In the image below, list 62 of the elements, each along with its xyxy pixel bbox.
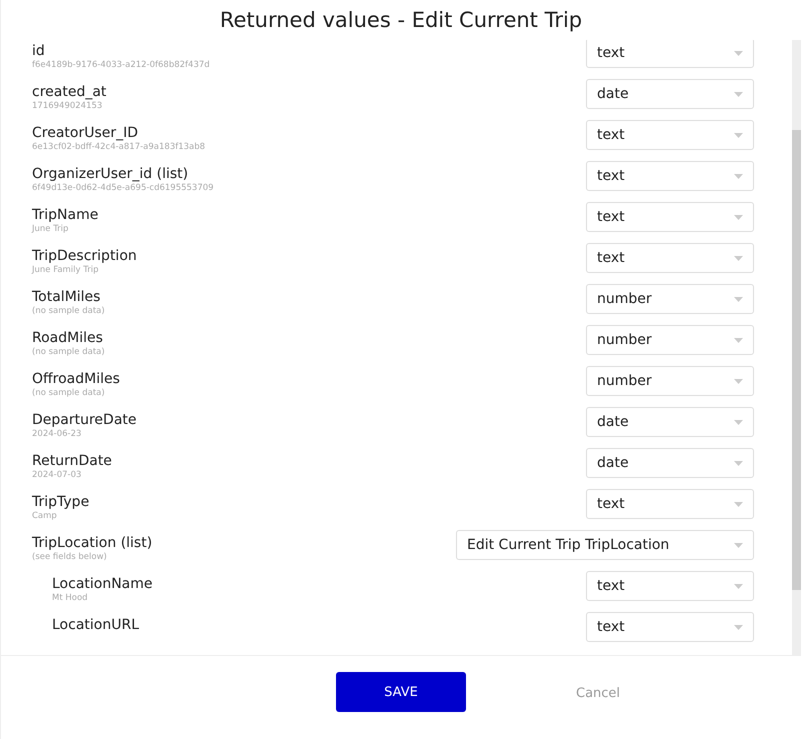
- sample-value: (no sample data): [32, 388, 106, 399]
- sample-value: 2024-07-03: [32, 470, 82, 481]
- sample-value: Mt Hood: [52, 593, 89, 604]
- sample-value: 6e13cf02-bdff-42c4-a817-a9a183f13ab8: [32, 142, 206, 153]
- field-name: LocationName: [52, 576, 153, 593]
- type-dropdown[interactable]: text: [586, 571, 754, 601]
- sample-value: 6f49d13e-0d62-4d5e-a695-cd6195553709: [32, 183, 214, 194]
- field-name: CreatorUser_ID: [32, 125, 140, 142]
- caret-icon: [734, 420, 743, 424]
- caret-icon: [734, 296, 743, 302]
- field-name: TripName: [32, 207, 98, 224]
- field-name: ReturnDate: [32, 453, 112, 470]
- scrollbar[interactable]: [792, 40, 801, 655]
- type-dropdown[interactable]: text: [586, 40, 754, 68]
- field-name: TripLocation (list): [32, 535, 152, 552]
- caret-icon: [734, 624, 743, 630]
- field-name: DepartureDate: [32, 412, 137, 429]
- sample-value: Camp: [32, 511, 58, 522]
- type-dropdown[interactable]: text: [586, 489, 754, 519]
- field-name: TripType: [32, 494, 90, 511]
- field-name: OffroadMiles: [32, 371, 120, 388]
- field-name: TotalMiles: [32, 289, 102, 306]
- sample-value: (no sample data): [32, 347, 105, 358]
- field-name: TripDescription: [32, 248, 137, 265]
- type-dropdown[interactable]: text: [586, 120, 754, 150]
- field-name: LocationURL: [52, 617, 139, 634]
- field-name: id: [32, 43, 46, 60]
- caret-icon: [734, 542, 743, 548]
- sample-value: (see fields below): [32, 552, 108, 563]
- type-dropdown[interactable]: number: [586, 366, 754, 396]
- sample-value: (no sample data): [32, 306, 105, 317]
- caret-icon: [734, 378, 743, 384]
- sample-value: 1716949024153: [32, 101, 104, 112]
- dialog-title: Returned values - Edit Current Trip: [218, 7, 584, 34]
- type-dropdown[interactable]: text: [586, 202, 754, 232]
- sample-value: f6e4189b-9176-4033-a212-0f68b82f437d: [32, 60, 210, 71]
- caret-icon: [734, 50, 743, 56]
- caret-icon: [734, 132, 743, 138]
- caret-icon: [734, 174, 743, 178]
- field-name: OrganizerUser_id (list): [32, 166, 190, 183]
- caret-icon: [734, 460, 743, 466]
- caret-icon: [734, 92, 743, 96]
- sample-value: 2024-06-23: [32, 429, 82, 440]
- caret-icon: [734, 256, 743, 260]
- type-dropdown[interactable]: date: [586, 407, 754, 437]
- sample-value: June Family Trip: [32, 265, 100, 276]
- caret-icon: [734, 584, 743, 588]
- type-dropdown[interactable]: date: [586, 448, 754, 478]
- type-dropdown[interactable]: text: [586, 612, 754, 642]
- type-dropdown[interactable]: Edit Current Trip TripLocation: [456, 530, 754, 560]
- type-dropdown[interactable]: number: [586, 325, 754, 355]
- type-dropdown[interactable]: number: [586, 284, 754, 314]
- caret-icon: [734, 502, 743, 506]
- type-dropdown[interactable]: text: [586, 243, 754, 273]
- field-name: RoadMiles: [32, 330, 104, 347]
- caret-icon: [734, 338, 743, 342]
- type-dropdown[interactable]: text: [586, 161, 754, 191]
- caret-icon: [734, 214, 743, 220]
- sample-value: June Trip: [32, 224, 70, 235]
- type-dropdown[interactable]: date: [586, 79, 754, 109]
- save-button[interactable]: SAVE: [336, 672, 466, 712]
- field-name: created_at: [32, 84, 106, 101]
